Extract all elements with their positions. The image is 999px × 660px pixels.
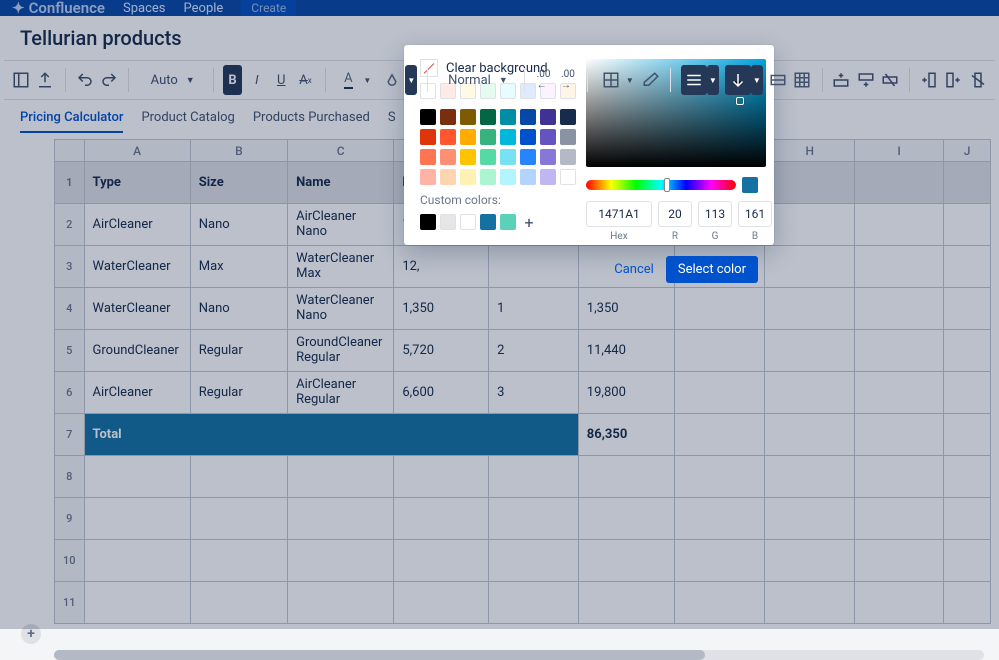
custom-color-swatch[interactable] xyxy=(460,214,476,230)
select-color-button[interactable]: Select color xyxy=(666,256,758,283)
color-swatch[interactable] xyxy=(420,109,436,125)
add-custom-color[interactable]: + xyxy=(520,213,538,231)
color-swatch[interactable] xyxy=(480,169,496,185)
format-select[interactable]: Normal▼ xyxy=(438,65,514,95)
h-align-button[interactable]: ▼ xyxy=(681,65,719,95)
v-align-button[interactable]: ▼ xyxy=(725,65,763,95)
merge-icon[interactable] xyxy=(769,65,787,95)
color-swatch[interactable] xyxy=(440,149,456,165)
color-swatch[interactable] xyxy=(420,169,436,185)
hue-slider[interactable] xyxy=(586,180,736,190)
color-swatch[interactable] xyxy=(540,149,556,165)
color-swatch[interactable] xyxy=(500,149,516,165)
borders-button[interactable]: ▼ xyxy=(598,65,636,95)
g-input[interactable] xyxy=(698,201,732,227)
color-swatch[interactable] xyxy=(460,169,476,185)
r-input[interactable] xyxy=(658,201,692,227)
color-swatch[interactable] xyxy=(520,169,536,185)
custom-color-swatch[interactable] xyxy=(500,214,516,230)
hex-input[interactable] xyxy=(586,201,652,227)
color-swatch[interactable] xyxy=(440,109,456,125)
wrap-icon[interactable] xyxy=(793,65,811,95)
eraser-icon[interactable] xyxy=(642,65,660,95)
color-swatch[interactable] xyxy=(560,109,576,125)
custom-color-swatch[interactable] xyxy=(440,214,456,230)
color-swatch[interactable] xyxy=(500,129,516,145)
color-swatch[interactable] xyxy=(540,129,556,145)
color-swatch[interactable] xyxy=(460,149,476,165)
color-swatch[interactable] xyxy=(480,149,496,165)
b-input[interactable] xyxy=(738,201,772,227)
color-swatch[interactable] xyxy=(460,129,476,145)
fill-color-button[interactable]: ▼ xyxy=(379,65,417,95)
gradient-cursor[interactable] xyxy=(736,97,744,105)
color-swatch[interactable] xyxy=(560,149,576,165)
custom-color-swatch[interactable] xyxy=(480,214,496,230)
color-swatch[interactable] xyxy=(480,109,496,125)
color-swatch[interactable] xyxy=(540,109,556,125)
cancel-button[interactable]: Cancel xyxy=(614,262,654,277)
color-swatch[interactable] xyxy=(420,129,436,145)
custom-color-swatch[interactable] xyxy=(420,214,436,230)
color-swatch[interactable] xyxy=(500,109,516,125)
color-swatch[interactable] xyxy=(500,169,516,185)
horizontal-scrollbar[interactable] xyxy=(54,650,984,660)
text-color-button[interactable]: A ▼ xyxy=(335,65,373,95)
hue-cursor[interactable] xyxy=(664,178,670,192)
color-swatch[interactable] xyxy=(560,129,576,145)
clear-background-icon[interactable] xyxy=(420,59,438,77)
color-swatch[interactable] xyxy=(480,129,496,145)
color-swatch[interactable] xyxy=(520,109,536,125)
decimal-less-icon[interactable]: .00← xyxy=(534,65,552,95)
color-swatch[interactable] xyxy=(520,129,536,145)
color-swatch[interactable] xyxy=(440,169,456,185)
color-swatch[interactable] xyxy=(520,149,536,165)
color-swatch[interactable] xyxy=(560,169,576,185)
color-swatch[interactable] xyxy=(420,149,436,165)
decimal-more-icon[interactable]: .00→ xyxy=(559,65,577,95)
color-swatch[interactable] xyxy=(440,129,456,145)
current-color-swatch xyxy=(742,177,758,193)
fill-color-dropdown[interactable]: ▼ xyxy=(405,65,417,95)
color-swatch[interactable] xyxy=(540,169,556,185)
color-swatch[interactable] xyxy=(460,109,476,125)
